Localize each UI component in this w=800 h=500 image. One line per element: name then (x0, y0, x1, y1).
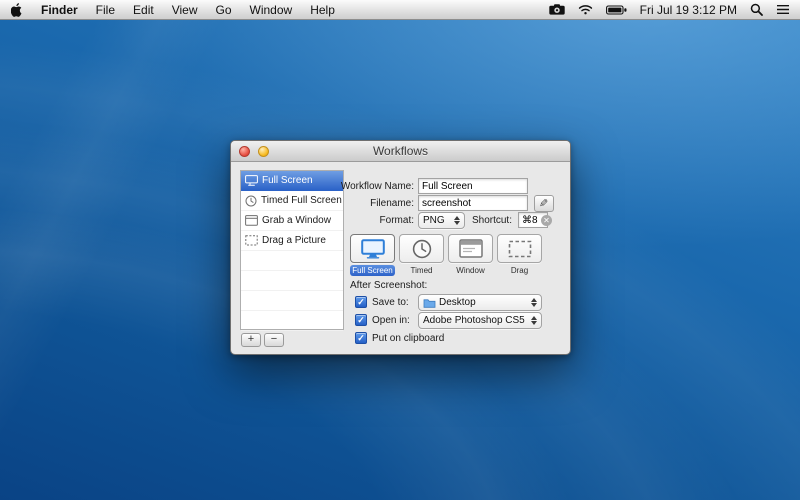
clipboard-label: Put on clipboard (372, 330, 444, 347)
workflow-name-label: Workflow Name: (341, 178, 414, 195)
workflows-window: Workflows Full Screen Timed Full Screen (230, 140, 571, 355)
menu-view[interactable]: View (163, 0, 207, 20)
popup-stepper-icon (452, 216, 462, 225)
marquee-icon (245, 235, 258, 246)
open-in-checkbox[interactable]: ✓ (355, 314, 367, 326)
list-empty-row (241, 271, 343, 291)
segment-window[interactable]: Window (448, 234, 493, 276)
list-item-drag-a-picture[interactable]: Drag a Picture (241, 231, 343, 251)
menubar-status-area: Fri Jul 19 3:12 PM (549, 3, 800, 17)
open-in-row: ✓ Open in: Adobe Photoshop CS5 (355, 312, 562, 329)
list-empty-row (241, 291, 343, 311)
filename-row: Filename: ✎ (231, 195, 570, 212)
add-workflow-button[interactable]: + (241, 333, 261, 347)
popup-stepper-icon (529, 298, 539, 307)
format-value: PNG (423, 215, 445, 226)
open-in-label: Open in: (372, 312, 410, 329)
edit-filename-button[interactable]: ✎ (534, 195, 554, 212)
segment-drag[interactable]: Drag (497, 234, 542, 276)
clock-icon (412, 239, 432, 259)
minimize-button[interactable] (258, 146, 269, 157)
display-icon (361, 239, 385, 259)
save-to-label: Save to: (372, 294, 409, 311)
segment-label: Timed (399, 265, 444, 276)
menu-finder[interactable]: Finder (32, 0, 87, 20)
folder-icon (423, 298, 436, 308)
after-screenshot-heading: After Screenshot: (350, 280, 427, 291)
list-empty-row (241, 311, 343, 331)
list-empty-row (241, 251, 343, 271)
window-titlebar[interactable]: Workflows (231, 141, 570, 162)
segment-full-screen[interactable]: Full Screen (350, 234, 395, 276)
apple-icon (11, 3, 23, 17)
segment-label: Full Screen (350, 265, 395, 276)
list-item-label: Drag a Picture (262, 235, 326, 246)
clipboard-row: ✓ Put on clipboard (355, 330, 562, 347)
clear-icon[interactable]: ✕ (541, 215, 552, 226)
segment-timed[interactable]: Timed (399, 234, 444, 276)
pencil-icon: ✎ (539, 197, 548, 210)
traffic-lights (239, 141, 269, 161)
window-icon (459, 239, 483, 258)
list-icon[interactable] (776, 4, 790, 15)
apple-menu[interactable] (0, 3, 32, 17)
menu-go[interactable]: Go (207, 0, 241, 20)
window-title: Workflows (373, 144, 428, 158)
format-popup[interactable]: PNG (418, 212, 465, 229)
menubar: Finder File Edit View Go Window Help Fri… (0, 0, 800, 20)
menu-edit[interactable]: Edit (124, 0, 163, 20)
save-to-value: Desktop (439, 297, 476, 308)
segment-label: Window (448, 265, 493, 276)
menu-file[interactable]: File (87, 0, 124, 20)
shortcut-label: Shortcut: (472, 212, 512, 229)
segment-label: Drag (497, 265, 542, 276)
open-in-value: Adobe Photoshop CS5 (423, 315, 525, 326)
marquee-icon (508, 240, 532, 258)
camera-icon[interactable] (549, 4, 565, 15)
popup-stepper-icon (529, 316, 539, 325)
desktop: Finder File Edit View Go Window Help Fri… (0, 0, 800, 500)
workflow-name-row: Workflow Name: (231, 178, 570, 195)
save-to-popup[interactable]: Desktop (418, 294, 542, 311)
spotlight-icon[interactable] (750, 3, 763, 16)
remove-workflow-button[interactable]: − (264, 333, 284, 347)
open-in-popup[interactable]: Adobe Photoshop CS5 (418, 312, 542, 329)
shortcut-field-wrap: ✕ (518, 212, 548, 229)
wifi-icon[interactable] (578, 4, 593, 15)
menu-window[interactable]: Window (241, 0, 302, 20)
save-to-row: ✓ Save to: Desktop (355, 294, 562, 311)
capture-type-segments: Full Screen Timed Window Drag (350, 234, 542, 276)
menu-help[interactable]: Help (301, 0, 344, 20)
menubar-clock[interactable]: Fri Jul 19 3:12 PM (640, 3, 737, 17)
close-button[interactable] (239, 146, 250, 157)
workflow-name-input[interactable] (418, 178, 528, 194)
battery-icon[interactable] (606, 5, 627, 15)
filename-input[interactable] (418, 195, 528, 211)
filename-label: Filename: (370, 195, 414, 212)
format-label: Format: (380, 212, 414, 229)
save-to-checkbox[interactable]: ✓ (355, 296, 367, 308)
clipboard-checkbox[interactable]: ✓ (355, 332, 367, 344)
format-shortcut-row: Format: PNG Shortcut: ✕ (231, 212, 570, 229)
